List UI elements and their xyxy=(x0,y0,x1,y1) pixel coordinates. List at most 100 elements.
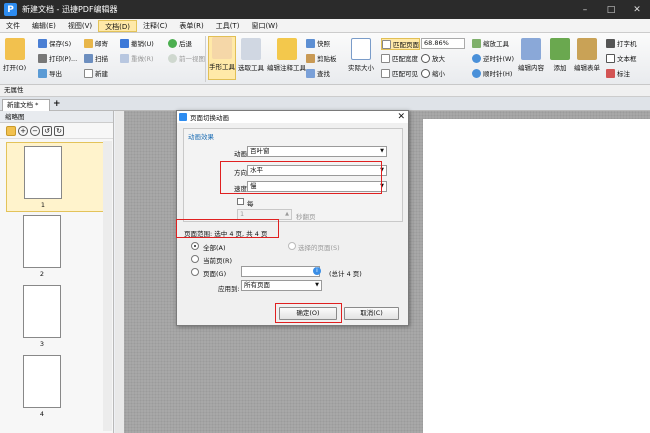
annotation-icon xyxy=(276,38,297,60)
folder-icon xyxy=(4,38,25,60)
add-button[interactable]: 添加 xyxy=(550,38,570,72)
menu-edit[interactable]: 编辑(E) xyxy=(26,20,62,32)
selected-pages-radio[interactable] xyxy=(288,242,296,250)
zoom-out-thumbnail-icon[interactable]: − xyxy=(30,125,40,136)
maximize-button[interactable]: □ xyxy=(598,0,624,19)
new-tab-button[interactable]: + xyxy=(53,99,61,109)
open-button[interactable]: 打开(O) xyxy=(3,38,26,72)
page-number: 4 xyxy=(39,410,45,418)
menu-window[interactable]: 窗口(W) xyxy=(245,20,283,32)
actual-size-icon xyxy=(351,38,371,60)
clipboard-label: 剪贴板 xyxy=(317,55,337,63)
selected-pages-label: 选择的页面(S) xyxy=(298,244,340,252)
snapshot-button[interactable]: 快照 xyxy=(306,38,330,48)
export-button[interactable]: 导出 xyxy=(38,68,62,78)
thumbnail-settings-icon[interactable] xyxy=(6,125,16,136)
undo-button[interactable]: 撤销(U) xyxy=(120,38,154,48)
callout-icon xyxy=(606,68,615,78)
menu-document[interactable]: 文档(D) xyxy=(98,19,138,32)
animation-select[interactable]: 百叶窗 ▼ xyxy=(247,146,387,157)
fit-width-button[interactable]: 匹配宽度 xyxy=(381,53,418,63)
every-label: 每 xyxy=(247,200,254,208)
page-preview xyxy=(23,215,61,268)
clipboard-icon xyxy=(306,53,315,63)
auto-advance-checkbox[interactable] xyxy=(237,198,244,205)
typewriter-button[interactable]: 打字机 xyxy=(606,38,637,48)
page-number: 3 xyxy=(39,340,45,348)
document-tab-strip: 新建文档 * + xyxy=(0,97,650,111)
app-logo-icon: P xyxy=(4,3,17,16)
zoom-in-thumbnail-icon[interactable]: + xyxy=(18,125,28,136)
scan-button[interactable]: 扫描 xyxy=(84,53,108,63)
dialog-close-button[interactable]: ✕ xyxy=(397,111,405,123)
clipboard-button[interactable]: 剪贴板 xyxy=(306,53,337,63)
chevron-down-icon: ▼ xyxy=(315,282,319,288)
redo-button[interactable]: 重做(R) xyxy=(120,53,154,63)
thumbnail-panel-title: 缩略图 xyxy=(0,111,113,123)
canvas-scrollbar[interactable] xyxy=(115,111,124,433)
menu-form[interactable]: 表单(R) xyxy=(173,20,209,32)
thumbnail-page-4[interactable]: 4 xyxy=(6,352,106,422)
menu-tools[interactable]: 工具(T) xyxy=(210,20,246,32)
rotate-ccw-button[interactable]: 逆时针(W) xyxy=(472,53,514,63)
snapshot-label: 快照 xyxy=(317,40,330,48)
page-number: 2 xyxy=(39,270,45,278)
back-button[interactable]: 后退 xyxy=(168,38,192,48)
dialog-title-bar: 页面切换动画 xyxy=(177,111,408,123)
rotate-left-thumbnail-icon[interactable]: ↺ xyxy=(42,125,52,136)
menu-comment[interactable]: 注释(C) xyxy=(137,20,173,32)
current-page-radio[interactable] xyxy=(191,255,199,263)
hand-tool-label: 手形工具 xyxy=(209,63,235,71)
cancel-button[interactable]: 取消(C) xyxy=(344,307,399,320)
fit-page-button[interactable]: 匹配页面 xyxy=(381,38,420,50)
page-range-radio[interactable] xyxy=(191,268,199,276)
minimize-button[interactable]: – xyxy=(572,0,598,19)
save-button[interactable]: 保存(S) xyxy=(38,38,71,48)
apply-to-select[interactable]: 所有页面 ▼ xyxy=(241,280,322,291)
label-label: 标注 xyxy=(617,70,630,78)
zoom-out-button[interactable]: 缩小 xyxy=(421,68,445,78)
hand-tool-button[interactable]: 手形工具 xyxy=(208,36,236,80)
find-button[interactable]: 查找 xyxy=(306,68,330,78)
thumbnail-panel: 缩略图 + − ↺ ↻ 1 2 3 4 xyxy=(0,111,114,433)
close-window-button[interactable]: ✕ xyxy=(624,0,650,19)
page-number: 1 xyxy=(40,201,46,209)
label-button[interactable]: 标注 xyxy=(606,68,630,78)
save-label: 保存(S) xyxy=(49,40,72,48)
thumbnail-page-3[interactable]: 3 xyxy=(6,282,106,352)
zoom-input[interactable]: 68.86% xyxy=(421,38,465,49)
zoom-in-button[interactable]: 放大 xyxy=(421,53,445,63)
select-tool-button[interactable]: 选取工具 xyxy=(238,38,264,72)
info-icon[interactable]: i xyxy=(313,267,321,275)
new-button[interactable]: 新建 xyxy=(84,68,108,78)
page-range-highlight xyxy=(176,219,279,238)
menu-view[interactable]: 视图(V) xyxy=(62,20,98,32)
thumbnail-page-1[interactable]: 1 xyxy=(6,142,106,212)
zoom-tool-button[interactable]: 缩放工具 xyxy=(472,38,509,48)
edit-content-button[interactable]: 编辑内容 xyxy=(518,38,544,72)
all-pages-radio[interactable] xyxy=(191,242,199,250)
add-text-icon xyxy=(550,38,570,60)
edit-annot-tool-button[interactable]: 编辑注释工具 xyxy=(267,38,306,72)
print-icon xyxy=(38,53,47,63)
rotate-right-thumbnail-icon[interactable]: ↻ xyxy=(54,125,64,136)
rotate-cw-label: 顺时针(H) xyxy=(483,70,513,78)
zoom-in-label: 放大 xyxy=(432,55,445,63)
thumbnail-page-2[interactable]: 2 xyxy=(6,212,106,282)
open-label: 打开(O) xyxy=(3,64,27,72)
edit-form-button[interactable]: 编辑表单 xyxy=(574,38,600,72)
document-page[interactable] xyxy=(423,119,650,433)
actual-size-button[interactable]: 实际大小 xyxy=(348,38,374,72)
email-button[interactable]: 邮寄 xyxy=(84,38,108,48)
fit-visible-button[interactable]: 匹配可见 xyxy=(381,68,418,78)
page-range-input[interactable] xyxy=(241,266,320,277)
menu-bar: 文件 编辑(E) 视图(V) 文档(D) 注释(C) 表单(R) 工具(T) 窗… xyxy=(0,19,650,33)
menu-file[interactable]: 文件 xyxy=(0,20,26,32)
textbox-button[interactable]: 文本框 xyxy=(606,53,637,63)
document-tab[interactable]: 新建文档 * xyxy=(2,99,50,111)
forward-button[interactable]: 前一视图 xyxy=(168,53,205,63)
print-button[interactable]: 打印(P)... xyxy=(38,53,77,63)
thumbnail-scrollbar[interactable] xyxy=(103,141,112,431)
rotate-cw-button[interactable]: 顺时针(H) xyxy=(472,68,512,78)
export-label: 导出 xyxy=(49,70,62,78)
